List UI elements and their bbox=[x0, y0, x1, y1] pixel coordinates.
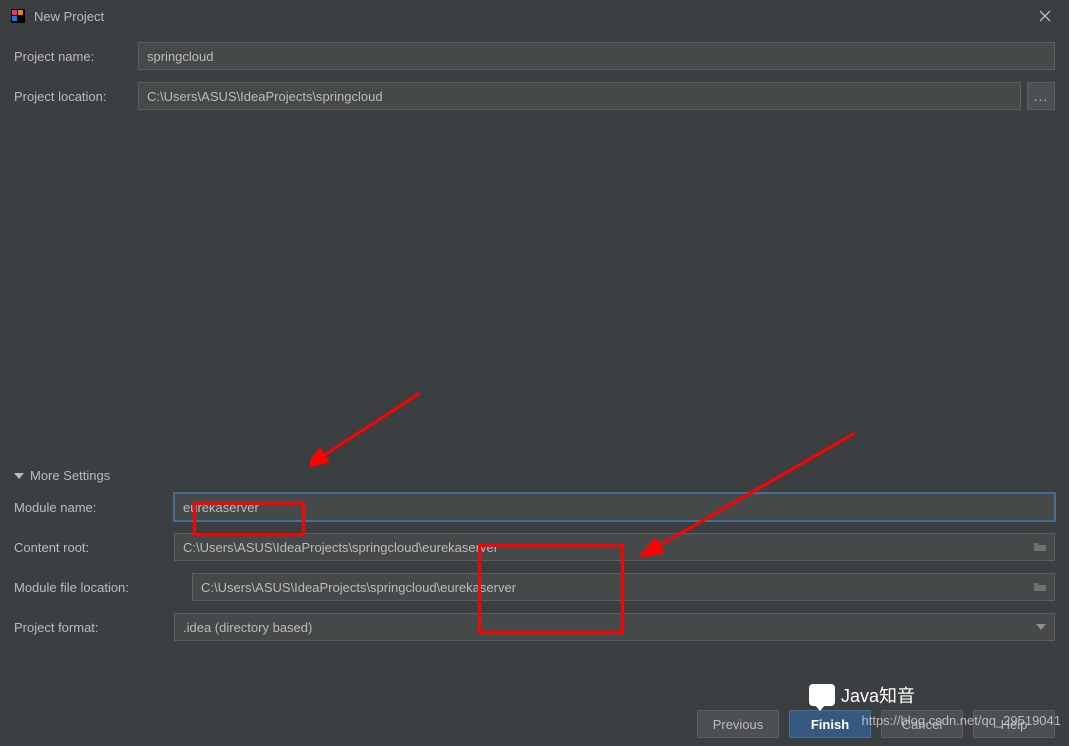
footer: Previous Finish Cancel Help bbox=[0, 710, 1069, 738]
empty-space bbox=[0, 122, 1069, 462]
intellij-icon bbox=[10, 8, 26, 24]
content-root-value: C:\Users\ASUS\IdeaProjects\springcloud\e… bbox=[181, 540, 1032, 555]
titlebar: New Project bbox=[0, 0, 1069, 32]
chevron-down-icon bbox=[14, 473, 24, 479]
folder-icon[interactable] bbox=[1032, 579, 1048, 595]
project-name-label: Project name: bbox=[14, 49, 138, 64]
module-file-location-row: Module file location: C:\Users\ASUS\Idea… bbox=[14, 573, 1055, 601]
project-name-input[interactable] bbox=[138, 42, 1055, 70]
chevron-down-icon bbox=[1036, 624, 1046, 630]
browse-button[interactable]: ... bbox=[1027, 82, 1055, 110]
more-settings-block: Module name: Content root: C:\Users\ASUS… bbox=[0, 493, 1069, 641]
module-name-input[interactable] bbox=[174, 493, 1055, 521]
window-title: New Project bbox=[34, 9, 104, 24]
project-format-value: .idea (directory based) bbox=[183, 620, 312, 635]
project-name-row: Project name: bbox=[14, 42, 1055, 70]
content-root-input[interactable]: C:\Users\ASUS\IdeaProjects\springcloud\e… bbox=[174, 533, 1055, 561]
watermark-logo-text: Java知音 bbox=[841, 682, 915, 708]
content-root-label: Content root: bbox=[14, 540, 174, 555]
module-file-location-input[interactable]: C:\Users\ASUS\IdeaProjects\springcloud\e… bbox=[192, 573, 1055, 601]
project-format-label: Project format: bbox=[14, 620, 174, 635]
module-file-location-label: Module file location: bbox=[14, 580, 192, 595]
project-location-input[interactable] bbox=[138, 82, 1021, 110]
wechat-icon bbox=[809, 684, 835, 706]
more-settings-label: More Settings bbox=[30, 468, 110, 483]
previous-button[interactable]: Previous bbox=[697, 710, 779, 738]
project-format-select[interactable]: .idea (directory based) bbox=[174, 613, 1055, 641]
project-location-label: Project location: bbox=[14, 89, 138, 104]
watermark-logo: Java知音 bbox=[809, 682, 915, 708]
help-button[interactable]: Help bbox=[973, 710, 1055, 738]
module-name-label: Module name: bbox=[14, 500, 174, 515]
form-area: Project name: Project location: ... bbox=[0, 32, 1069, 110]
module-file-location-value: C:\Users\ASUS\IdeaProjects\springcloud\e… bbox=[199, 580, 1032, 595]
module-name-row: Module name: bbox=[14, 493, 1055, 521]
content-root-row: Content root: C:\Users\ASUS\IdeaProjects… bbox=[14, 533, 1055, 561]
cancel-button[interactable]: Cancel bbox=[881, 710, 963, 738]
close-icon[interactable] bbox=[1031, 2, 1059, 30]
project-format-row: Project format: .idea (directory based) bbox=[14, 613, 1055, 641]
finish-button[interactable]: Finish bbox=[789, 710, 871, 738]
project-location-row: Project location: ... bbox=[14, 82, 1055, 110]
more-settings-toggle[interactable]: More Settings bbox=[0, 462, 1069, 493]
folder-icon[interactable] bbox=[1032, 539, 1048, 555]
